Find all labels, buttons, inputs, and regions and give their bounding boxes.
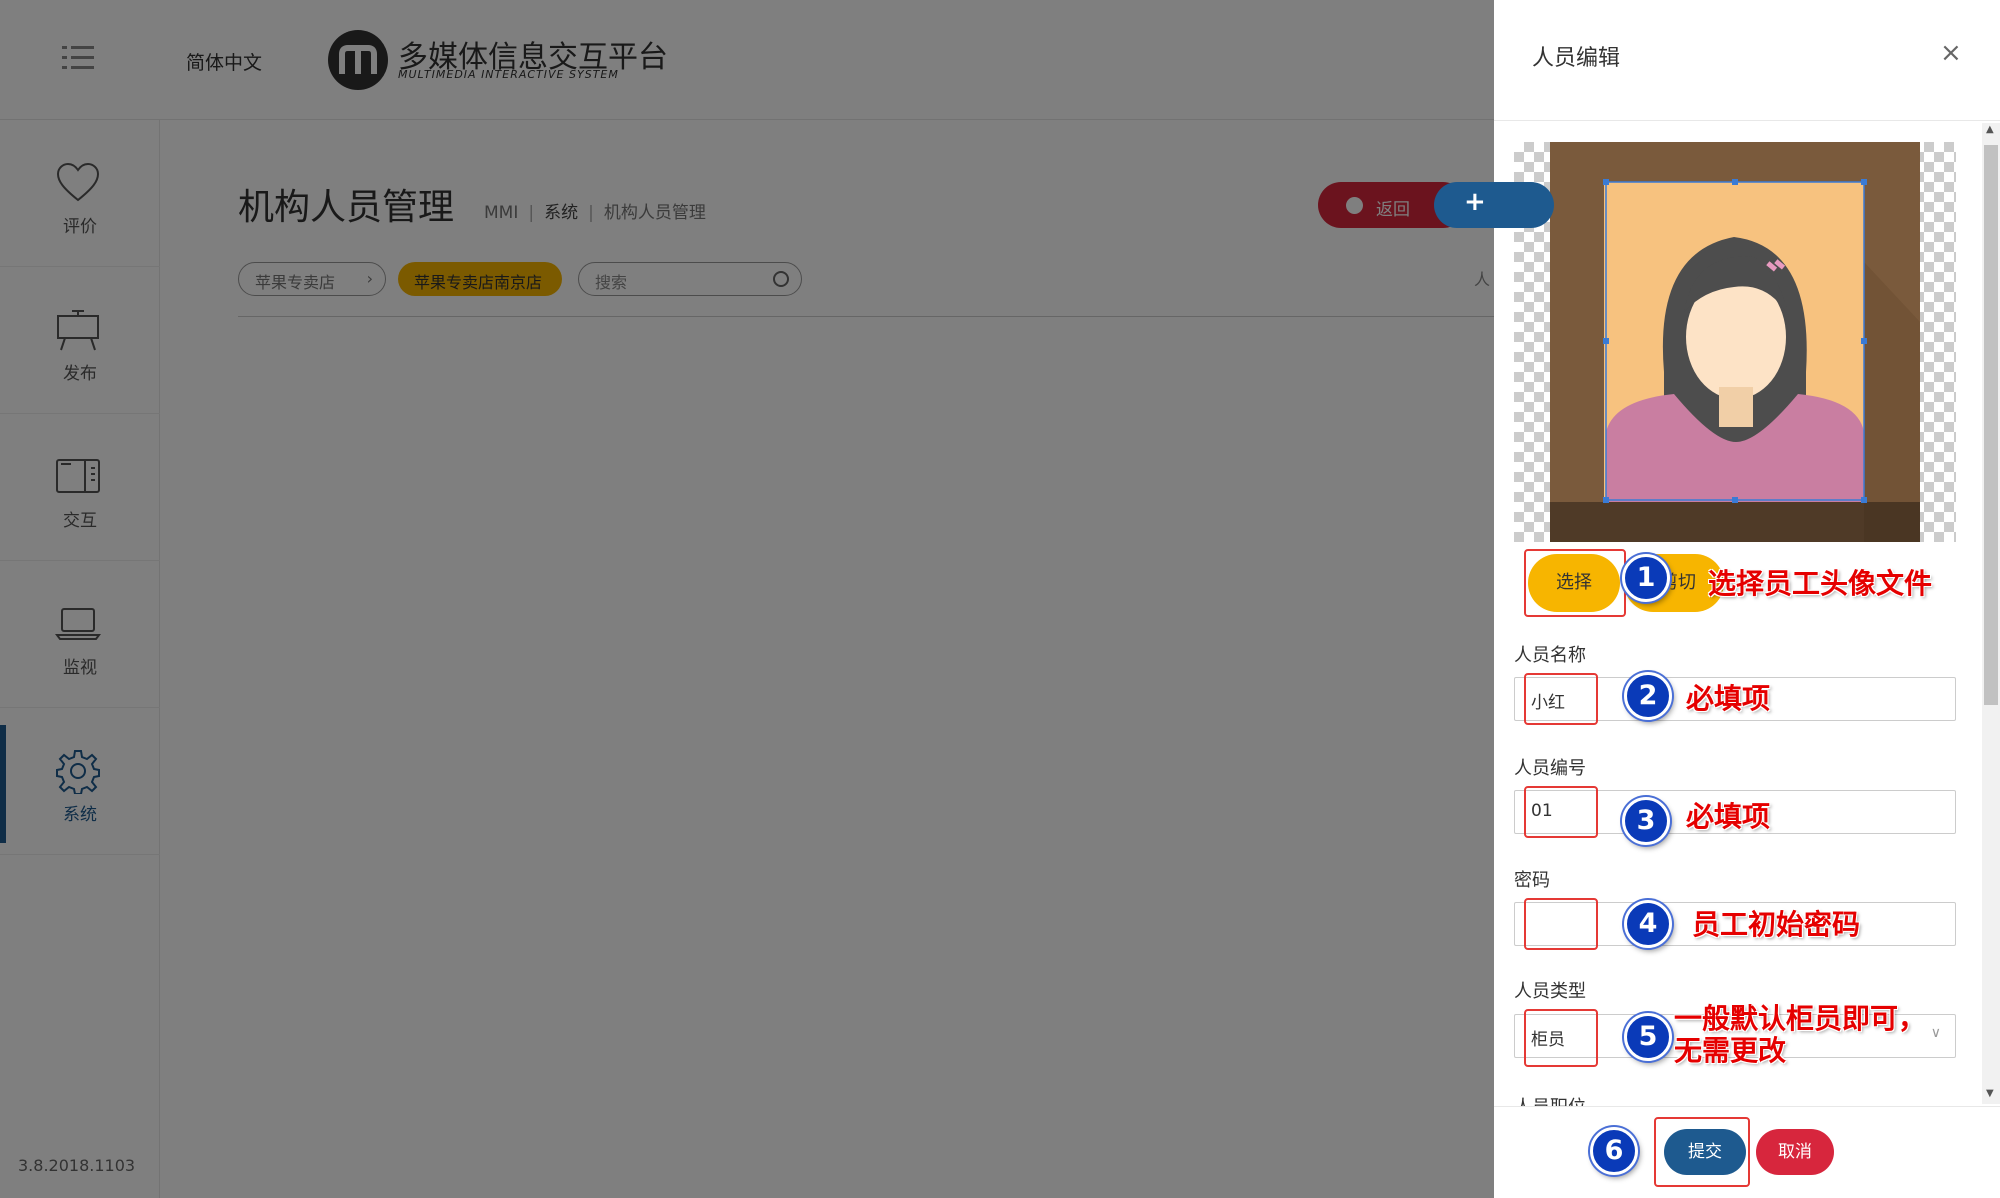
annotation-note: 无需更改 xyxy=(1674,1034,1787,1067)
annotation-highlight xyxy=(1524,898,1598,950)
scroll-down-icon[interactable]: ▼ xyxy=(1986,1088,1994,1099)
number-label: 人员编号 xyxy=(1514,758,1586,779)
annotation-note: 必填项 xyxy=(1686,682,1771,715)
add-button[interactable]: + xyxy=(1434,182,1554,228)
drawer-footer: 6 提交 取消 xyxy=(1494,1106,2000,1198)
annotation-note: 员工初始密码 xyxy=(1692,908,1861,941)
scrollbar-thumb[interactable] xyxy=(1984,145,1998,705)
annotation-note: 选择员工头像文件 xyxy=(1708,567,1933,600)
avatar-cropper[interactable] xyxy=(1514,142,1956,542)
annotation-note: 一般默认柜员即可， xyxy=(1674,1002,1927,1035)
annotation-badge: 3 xyxy=(1622,797,1670,845)
modal-overlay[interactable] xyxy=(0,0,1494,1198)
type-label: 人员类型 xyxy=(1514,981,1586,1002)
position-label: 人员职位 xyxy=(1514,1093,1586,1106)
annotation-badge: 6 xyxy=(1590,1127,1638,1175)
annotation-highlight xyxy=(1524,1009,1598,1067)
annotation-highlight xyxy=(1654,1117,1750,1187)
annotation-badge: 2 xyxy=(1624,672,1672,720)
annotation-note: 必填项 xyxy=(1686,800,1771,833)
name-label: 人员名称 xyxy=(1514,645,1586,666)
annotation-badge: 4 xyxy=(1624,900,1672,948)
password-label: 密码 xyxy=(1514,870,1550,891)
drawer-body: 剪切 选择 1 选择员工头像文件 人员名称 小红 2 必填项 人员编号 01 3… xyxy=(1494,121,2000,1106)
annotation-highlight xyxy=(1524,673,1598,725)
annotation-highlight xyxy=(1524,786,1598,838)
chevron-down-icon: ∨ xyxy=(1930,1025,1941,1041)
annotation-badge: 1 xyxy=(1622,554,1670,602)
person-edit-drawer: 人员编辑 × 剪切 选择 1 选择员工头像文件 人员名称 小红 2 必填项 人员… xyxy=(1494,0,2000,1198)
plus-icon: + xyxy=(1464,187,1486,217)
close-icon[interactable]: × xyxy=(1940,38,1962,68)
annotation-badge: 5 xyxy=(1624,1013,1672,1061)
scroll-up-icon[interactable]: ▲ xyxy=(1986,124,1994,135)
annotation-highlight xyxy=(1524,549,1626,617)
drawer-title: 人员编辑 xyxy=(1532,46,1621,71)
cancel-button[interactable]: 取消 xyxy=(1756,1129,1834,1175)
